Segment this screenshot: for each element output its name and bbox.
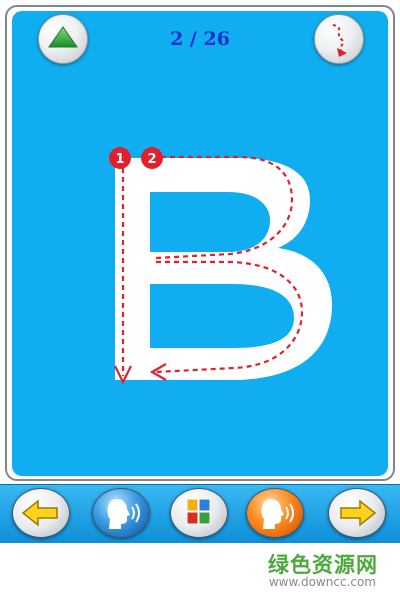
green-triangle-up-icon [48, 26, 78, 48]
up-button[interactable] [38, 14, 88, 64]
watermark-url: www.downcc.com [268, 575, 376, 589]
stroke-2-number: 2 [147, 152, 156, 167]
speaking-head-icon [107, 498, 140, 529]
right-arrow-icon [340, 499, 377, 527]
letter-b-glyph: 1 2 [109, 147, 332, 385]
speaking-head-icon [261, 498, 294, 529]
letter-grid-button[interactable] [170, 488, 228, 538]
tracing-letter[interactable]: 1 2 [70, 130, 340, 404]
letter-counter: 2 / 26 [170, 28, 230, 50]
previous-letter-button[interactable] [12, 488, 70, 538]
trace-path-button[interactable] [314, 14, 364, 64]
color-squares-icon [186, 498, 211, 525]
left-arrow-icon [21, 499, 58, 527]
next-letter-button[interactable] [328, 488, 386, 538]
stroke-1-number: 1 [115, 152, 124, 167]
record-voice-button[interactable] [246, 488, 304, 538]
dotted-path-arrow-icon [332, 24, 347, 57]
speak-letter-button[interactable] [92, 488, 150, 538]
